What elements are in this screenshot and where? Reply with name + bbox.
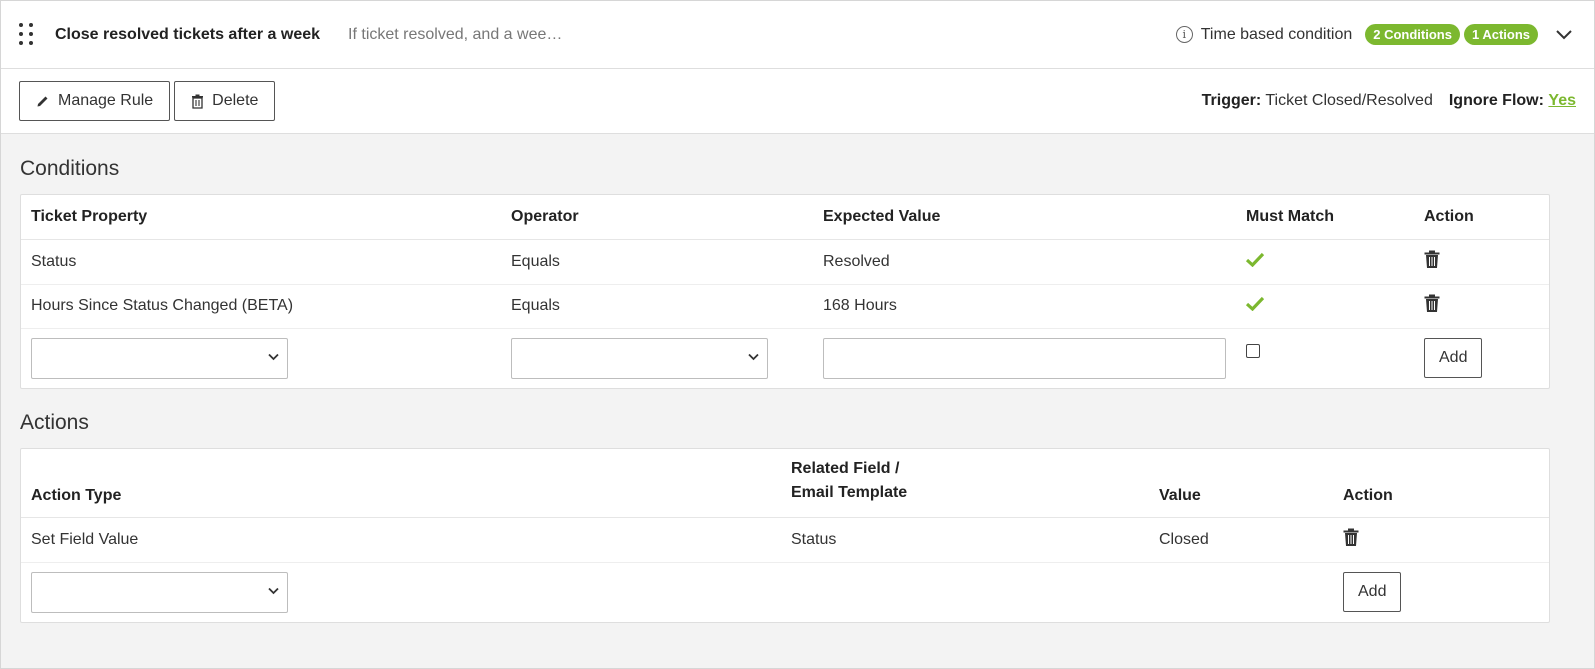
action-cell [1333,517,1549,563]
chevron-down-icon [268,587,279,595]
manage-rule-button[interactable]: Manage Rule [19,81,171,121]
col-related-field-line1: Related Field / [791,459,900,477]
rule-toolbar: Manage Rule Delete Trigger: Ticket Close… [1,69,1594,134]
trigger-value: Ticket Closed/Resolved [1265,92,1433,109]
check-icon [1245,296,1265,312]
col-related-field: Related Field / Email Template [781,449,1149,518]
actions-header-row: Action Type Related Field / Email Templa… [21,449,1549,518]
time-condition-label: Time based condition [1200,25,1353,43]
ignore-flow: Ignore Flow: Yes [1449,92,1576,110]
col-action: Action [1333,449,1549,518]
conditions-header-row: Ticket Property Operator Expected Value … [21,195,1549,240]
must-match-checkbox[interactable] [1246,343,1260,358]
action-cell [1414,239,1549,285]
action-type-select[interactable] [31,571,288,613]
new-action-row: Add [21,562,1549,622]
conditions-table: Ticket Property Operator Expected Value … [21,195,1549,388]
manage-rule-label: Manage Rule [58,92,154,109]
table-row: Hours Since Status Changed (BETA) Equals… [21,284,1549,329]
col-operator: Operator [501,195,813,240]
actions-table: Action Type Related Field / Email Templa… [21,449,1549,622]
col-action-type: Action Type [21,449,781,518]
col-related-field-line2: Email Template [791,483,908,501]
condition-property: Status [21,239,501,285]
trash-icon[interactable] [1424,250,1440,274]
trash-icon [192,94,204,109]
add-action-button[interactable]: Add [1343,572,1402,613]
actions-panel: Action Type Related Field / Email Templa… [20,448,1550,623]
add-condition-button[interactable]: Add [1424,338,1483,379]
col-must-match: Must Match [1236,195,1414,240]
condition-operator: Equals [501,284,813,329]
action-cell [1414,284,1549,329]
chevron-down-icon [268,353,279,361]
expected-value-input[interactable] [823,337,1226,379]
rule-header[interactable]: Close resolved tickets after a week If t… [1,1,1594,69]
property-select[interactable] [31,337,288,379]
action-type: Set Field Value [21,517,781,563]
conditions-panel: Ticket Property Operator Expected Value … [20,194,1550,389]
trigger-label: Trigger: [1201,92,1262,109]
ignore-flow-label: Ignore Flow: [1448,92,1544,109]
condition-value: 168 Hours [813,284,1236,329]
trash-icon[interactable] [1343,528,1359,552]
actions-count-badge: 1 Actions [1463,24,1538,45]
must-match-cell [1236,284,1414,329]
must-match-cell [1236,239,1414,285]
col-value: Value [1149,449,1333,518]
action-value: Closed [1149,517,1333,563]
info-icon[interactable]: i [1175,26,1193,43]
condition-operator: Equals [501,239,813,285]
chevron-down-icon[interactable] [1552,23,1576,47]
trash-icon[interactable] [1424,294,1440,318]
action-field: Status [781,517,1149,563]
condition-value: Resolved [813,239,1236,285]
actions-title: Actions [20,411,89,434]
delete-label: Delete [212,92,259,109]
ignore-flow-link[interactable]: Yes [1548,92,1576,109]
col-action: Action [1414,195,1549,240]
col-ticket-property: Ticket Property [21,195,501,240]
chevron-down-icon [748,353,759,361]
rule-title: Close resolved tickets after a week [55,25,321,43]
condition-property: Hours Since Status Changed (BETA) [21,284,501,329]
delete-button[interactable]: Delete [174,81,276,121]
operator-select[interactable] [511,337,768,379]
rule-summary: If ticket resolved, and a wee… [348,25,563,43]
table-row: Set Field Value Status Closed [21,517,1549,563]
conditions-count-badge: 2 Conditions [1365,24,1460,45]
trigger-info: Trigger: Ticket Closed/Resolved [1202,92,1433,110]
col-expected-value: Expected Value [813,195,1236,240]
new-condition-row: Add [21,328,1549,388]
pencil-icon [37,96,48,107]
table-row: Status Equals Resolved [21,239,1549,285]
check-icon [1245,252,1265,267]
drag-handle-icon[interactable] [19,22,41,47]
conditions-title: Conditions [20,157,120,180]
rule-card: Close resolved tickets after a week If t… [0,0,1595,669]
